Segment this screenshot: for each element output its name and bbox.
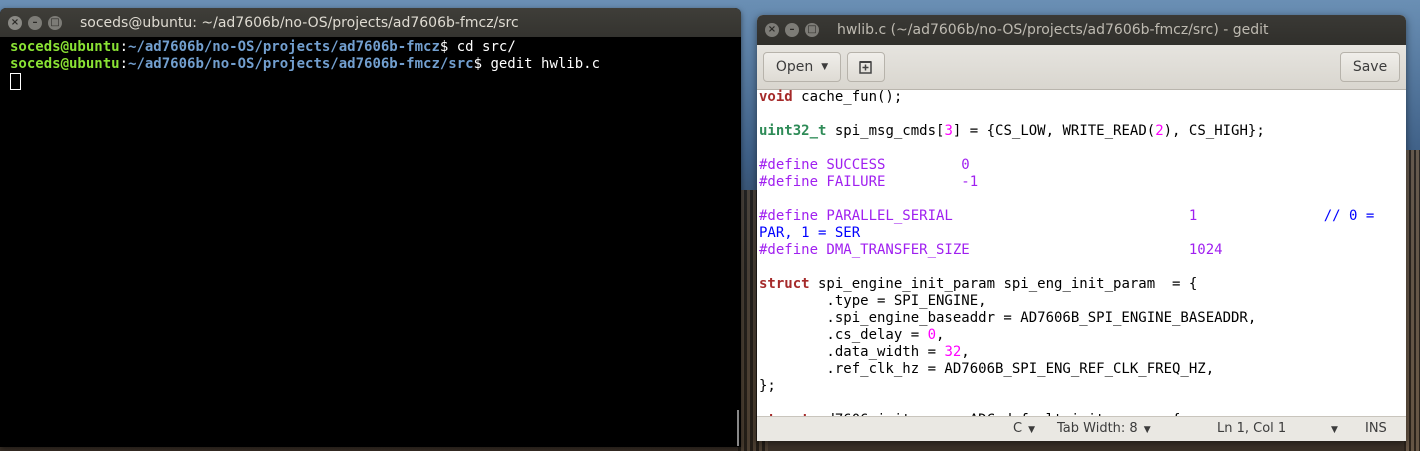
code-line: .type = SPI_ENGINE, (759, 293, 1404, 310)
code-token: .ref_clk_hz = AD7606B_SPI_ENG_REF_CLK_FR… (759, 361, 1215, 377)
code-token: // 0 = (1197, 208, 1375, 224)
code-line: .data_width = 32, (759, 344, 1404, 361)
code-line: .ref_clk_hz = AD7606B_SPI_ENG_REF_CLK_FR… (759, 361, 1404, 378)
terminal-scrollbar[interactable] (737, 410, 739, 446)
code-token: #define SUCCESS 0 (759, 157, 970, 173)
code-token: .spi_engine_baseaddr = AD7606B_SPI_ENGIN… (759, 310, 1257, 326)
code-line: struct spi_engine_init_param spi_eng_ini… (759, 276, 1404, 293)
close-icon[interactable]: × (8, 15, 22, 30)
minimize-icon[interactable]: – (28, 15, 42, 30)
code-token: cache_fun(); (792, 89, 903, 105)
code-token: .data_width = (759, 344, 945, 360)
code-token: .cs_delay = (759, 327, 928, 343)
language-selector[interactable]: C ▼ (1013, 421, 1035, 436)
code-token: spi_engine_init_param spi_eng_init_param… (809, 276, 1198, 292)
insert-mode[interactable]: INS (1365, 421, 1387, 436)
code-token: , (936, 327, 945, 343)
code-line: uint32_t spi_msg_cmds[3] = {CS_LOW, WRIT… (759, 123, 1404, 140)
chevron-down-icon: ▼ (821, 62, 829, 72)
terminal-window: × – □ soceds@ubuntu: ~/ad7606b/no-OS/pro… (0, 8, 741, 447)
code-line: }; (759, 378, 1404, 395)
terminal-title: soceds@ubuntu: ~/ad7606b/no-OS/projects/… (80, 14, 519, 31)
terminal-line: soceds@ubuntu:~/ad7606b/no-OS/projects/a… (10, 39, 516, 55)
code-token: ), CS_HIGH}; (1163, 123, 1265, 139)
desktop-background-right (1404, 150, 1420, 451)
minimize-icon[interactable]: – (785, 23, 799, 37)
code-line: #define PARALLEL_SERIAL 1 // 0 = (759, 208, 1404, 225)
chevron-down-icon: ▼ (1143, 425, 1151, 435)
open-button[interactable]: Open ▼ (763, 52, 841, 82)
save-button[interactable]: Save (1340, 52, 1400, 82)
status-bar: C ▼ Tab Width: 8 ▼ Ln 1, Col 1 ▼ INS (757, 416, 1406, 441)
gedit-title: hwlib.c (~/ad7606b/no-OS/projects/ad7606… (837, 22, 1269, 38)
code-token: void (759, 89, 793, 105)
code-token: ] = {CS_LOW, WRITE_READ( (952, 123, 1156, 139)
cursor-position[interactable]: Ln 1, Col 1 (1217, 421, 1286, 436)
code-token: , (961, 344, 970, 360)
code-token: #define DMA_TRANSFER_SIZE 1024 (759, 242, 1223, 258)
code-token: .type = SPI_ENGINE, (759, 293, 987, 309)
code-token: 3 (944, 123, 953, 139)
maximize-icon[interactable]: □ (805, 23, 819, 37)
terminal-titlebar[interactable]: × – □ soceds@ubuntu: ~/ad7606b/no-OS/pro… (0, 8, 741, 37)
code-token: spi_msg_cmds[ (826, 123, 945, 139)
code-line: .cs_delay = 0, (759, 327, 1404, 344)
code-token: }; (759, 378, 776, 394)
code-token: PAR, 1 = SER (759, 225, 861, 241)
code-line: void cache_fun(); (759, 89, 1404, 106)
code-token: uint32_t (759, 123, 827, 139)
gedit-titlebar[interactable]: × – □ hwlib.c (~/ad7606b/no-OS/projects/… (757, 15, 1406, 45)
close-icon[interactable]: × (765, 23, 779, 37)
tab-width-selector[interactable]: Tab Width: 8 ▼ (1057, 421, 1151, 436)
code-line: PAR, 1 = SER (759, 225, 1404, 242)
terminal-output[interactable]: soceds@ubuntu:~/ad7606b/no-OS/projects/a… (0, 37, 741, 94)
maximize-icon[interactable]: □ (48, 15, 62, 30)
terminal-line: soceds@ubuntu:~/ad7606b/no-OS/projects/a… (10, 56, 601, 72)
terminal-cursor (10, 73, 21, 90)
chevron-down-icon: ▼ (1028, 425, 1035, 435)
new-document-icon (859, 61, 872, 74)
code-token: 32 (944, 344, 962, 360)
new-tab-button[interactable] (847, 52, 885, 82)
position-dropdown[interactable]: ▼ (1325, 421, 1338, 436)
code-line: .spi_engine_baseaddr = AD7606B_SPI_ENGIN… (759, 310, 1404, 327)
code-token: struct (759, 276, 810, 292)
code-line: #define DMA_TRANSFER_SIZE 1024 (759, 242, 1404, 259)
gedit-toolbar: Open ▼ Save (757, 45, 1406, 90)
code-token: #define FAILURE -1 (759, 174, 979, 190)
code-line: #define SUCCESS 0 (759, 157, 1404, 174)
code-token: #define PARALLEL_SERIAL 1 (759, 208, 1198, 224)
code-token: 2 (1155, 123, 1164, 139)
gedit-window: × – □ hwlib.c (~/ad7606b/no-OS/projects/… (757, 15, 1406, 441)
code-line: #define FAILURE -1 (759, 174, 1404, 191)
code-token: 0 (927, 327, 937, 343)
chevron-down-icon: ▼ (1331, 425, 1338, 435)
code-editor[interactable]: void cache_fun(); uint32_t spi_msg_cmds[3… (757, 89, 1406, 417)
